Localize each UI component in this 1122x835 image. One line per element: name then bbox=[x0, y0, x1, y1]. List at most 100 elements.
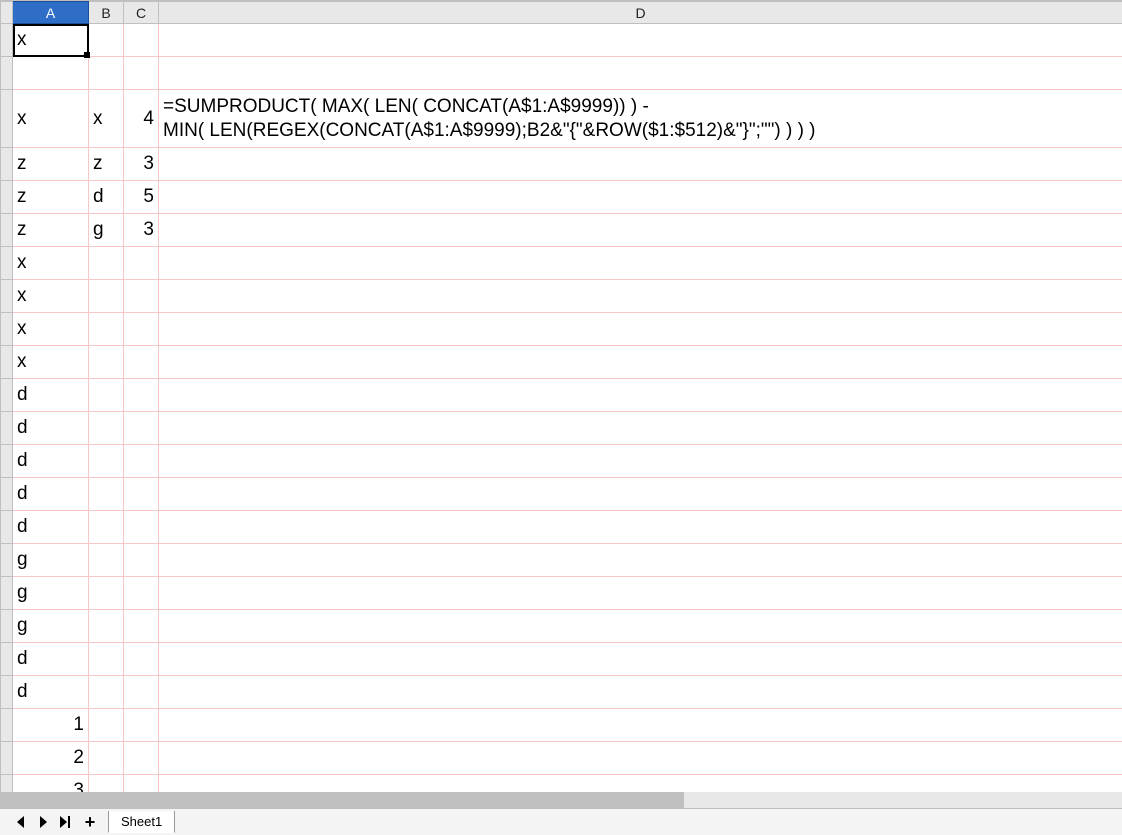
cell-B7[interactable] bbox=[89, 247, 124, 280]
cell-C6[interactable]: 3 bbox=[124, 214, 159, 247]
row-header[interactable] bbox=[1, 511, 13, 544]
cell-A1[interactable]: x bbox=[13, 24, 89, 57]
cell-B8[interactable] bbox=[89, 280, 124, 313]
row-header[interactable] bbox=[1, 709, 13, 742]
cell-A7[interactable]: x bbox=[13, 247, 89, 280]
sheet-tab-active[interactable]: Sheet1 bbox=[108, 811, 175, 833]
cell-C12[interactable] bbox=[124, 412, 159, 445]
row-header[interactable] bbox=[1, 148, 13, 181]
cell-D22[interactable] bbox=[159, 742, 1122, 775]
row-header[interactable] bbox=[1, 478, 13, 511]
row-header[interactable] bbox=[1, 280, 13, 313]
cell-D9[interactable] bbox=[159, 313, 1122, 346]
cell-C21[interactable] bbox=[124, 709, 159, 742]
row-header[interactable] bbox=[1, 643, 13, 676]
cell-A12[interactable]: d bbox=[13, 412, 89, 445]
cell-C1[interactable] bbox=[124, 24, 159, 57]
cell-D19[interactable] bbox=[159, 643, 1122, 676]
cell-D12[interactable] bbox=[159, 412, 1122, 445]
cell-A20[interactable]: d bbox=[13, 676, 89, 709]
cell-B15[interactable] bbox=[89, 511, 124, 544]
cell-C11[interactable] bbox=[124, 379, 159, 412]
cell-D16[interactable] bbox=[159, 544, 1122, 577]
cell-B17[interactable] bbox=[89, 577, 124, 610]
cell-C7[interactable] bbox=[124, 247, 159, 280]
cell-C15[interactable] bbox=[124, 511, 159, 544]
cell-D21[interactable] bbox=[159, 709, 1122, 742]
cell-B2[interactable] bbox=[89, 57, 124, 90]
row-header[interactable] bbox=[1, 214, 13, 247]
row-header[interactable] bbox=[1, 346, 13, 379]
cell-A15[interactable]: d bbox=[13, 511, 89, 544]
column-header-D[interactable]: D bbox=[159, 2, 1122, 24]
row-header[interactable] bbox=[1, 379, 13, 412]
cell-A3[interactable]: x bbox=[13, 90, 89, 148]
row-header[interactable] bbox=[1, 445, 13, 478]
row-header[interactable] bbox=[1, 577, 13, 610]
cell-D18[interactable] bbox=[159, 610, 1122, 643]
cell-C16[interactable] bbox=[124, 544, 159, 577]
cell-C14[interactable] bbox=[124, 478, 159, 511]
cell-C20[interactable] bbox=[124, 676, 159, 709]
cell-B20[interactable] bbox=[89, 676, 124, 709]
cell-B21[interactable] bbox=[89, 709, 124, 742]
row-header[interactable] bbox=[1, 181, 13, 214]
cell-C5[interactable]: 5 bbox=[124, 181, 159, 214]
cell-C9[interactable] bbox=[124, 313, 159, 346]
sheet-nav-last-button[interactable] bbox=[54, 811, 76, 833]
cell-C18[interactable] bbox=[124, 610, 159, 643]
cell-C3[interactable]: 4 bbox=[124, 90, 159, 148]
cell-A11[interactable]: d bbox=[13, 379, 89, 412]
cell-D6[interactable] bbox=[159, 214, 1122, 247]
cell-A18[interactable]: g bbox=[13, 610, 89, 643]
cell-A22[interactable]: 2 bbox=[13, 742, 89, 775]
cell-C22[interactable] bbox=[124, 742, 159, 775]
column-header-B[interactable]: B bbox=[89, 2, 124, 24]
cell-A2[interactable] bbox=[13, 57, 89, 90]
cell-B16[interactable] bbox=[89, 544, 124, 577]
cell-A10[interactable]: x bbox=[13, 346, 89, 379]
cell-D7[interactable] bbox=[159, 247, 1122, 280]
cell-D3[interactable]: =SUMPRODUCT( MAX( LEN( CONCAT(A$1:A$9999… bbox=[159, 90, 1122, 148]
cell-B19[interactable] bbox=[89, 643, 124, 676]
row-header[interactable] bbox=[1, 313, 13, 346]
cell-C2[interactable] bbox=[124, 57, 159, 90]
row-header[interactable] bbox=[1, 57, 13, 90]
cell-A9[interactable]: x bbox=[13, 313, 89, 346]
cell-D20[interactable] bbox=[159, 676, 1122, 709]
cell-A21[interactable]: 1 bbox=[13, 709, 89, 742]
cell-D13[interactable] bbox=[159, 445, 1122, 478]
column-header-C[interactable]: C bbox=[124, 2, 159, 24]
cell-D1[interactable] bbox=[159, 24, 1122, 57]
cell-B12[interactable] bbox=[89, 412, 124, 445]
cell-B5[interactable]: d bbox=[89, 181, 124, 214]
cell-C10[interactable] bbox=[124, 346, 159, 379]
cell-B6[interactable]: g bbox=[89, 214, 124, 247]
cell-C19[interactable] bbox=[124, 643, 159, 676]
cell-A4[interactable]: z bbox=[13, 148, 89, 181]
cell-D4[interactable] bbox=[159, 148, 1122, 181]
cell-B10[interactable] bbox=[89, 346, 124, 379]
row-header[interactable] bbox=[1, 90, 13, 148]
cell-B14[interactable] bbox=[89, 478, 124, 511]
cell-D15[interactable] bbox=[159, 511, 1122, 544]
cell-A5[interactable]: z bbox=[13, 181, 89, 214]
cell-B4[interactable]: z bbox=[89, 148, 124, 181]
cell-C13[interactable] bbox=[124, 445, 159, 478]
row-header[interactable] bbox=[1, 412, 13, 445]
cell-A8[interactable]: x bbox=[13, 280, 89, 313]
row-header[interactable] bbox=[1, 676, 13, 709]
cell-A16[interactable]: g bbox=[13, 544, 89, 577]
sheet-nav-next-button[interactable] bbox=[32, 811, 54, 833]
cell-D8[interactable] bbox=[159, 280, 1122, 313]
horizontal-scrollbar-thumb[interactable] bbox=[0, 792, 684, 808]
row-header[interactable] bbox=[1, 610, 13, 643]
row-header[interactable] bbox=[1, 544, 13, 577]
sheet-nav-prev-button[interactable] bbox=[10, 811, 32, 833]
row-header[interactable] bbox=[1, 742, 13, 775]
cell-D14[interactable] bbox=[159, 478, 1122, 511]
cell-D2[interactable] bbox=[159, 57, 1122, 90]
cell-B9[interactable] bbox=[89, 313, 124, 346]
cell-B18[interactable] bbox=[89, 610, 124, 643]
horizontal-scrollbar-track[interactable] bbox=[0, 792, 1122, 808]
